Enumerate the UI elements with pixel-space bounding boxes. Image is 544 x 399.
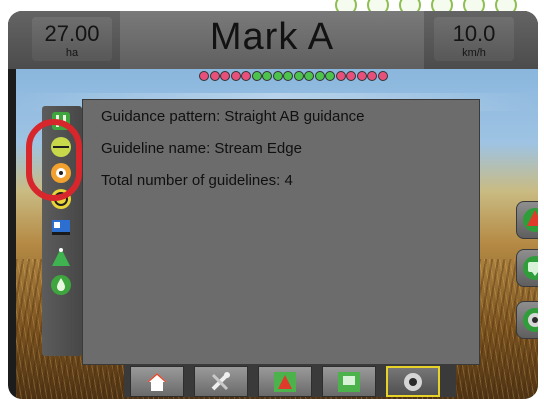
camera-button[interactable] xyxy=(386,366,440,397)
chat-button[interactable] xyxy=(516,249,538,287)
camera-icon xyxy=(404,372,422,391)
speed-unit: km/h xyxy=(462,47,486,59)
guidance-icon xyxy=(274,371,296,392)
lightbar-led xyxy=(356,71,367,81)
vehicle-icon[interactable] xyxy=(50,246,72,268)
guidance-button[interactable] xyxy=(258,366,312,397)
lightbar-led xyxy=(199,71,209,81)
lightbar-led xyxy=(293,71,304,81)
nav-arrow-icon xyxy=(523,208,538,232)
lightbar-led xyxy=(262,71,272,81)
speed-value: 10.0 xyxy=(452,21,496,46)
lightbar-led xyxy=(314,71,325,81)
area-readout[interactable]: 27.00 ha xyxy=(32,17,112,61)
home-icon xyxy=(147,372,167,391)
guideline-name-text: Guideline name: Stream Edge xyxy=(101,140,302,157)
page-title: Mark A xyxy=(209,16,335,58)
area-value: 27.00 xyxy=(44,21,100,46)
implement-icon[interactable] xyxy=(50,216,72,238)
home-button[interactable] xyxy=(130,366,184,397)
top-bar: 27.00 ha Mark A 10.0 km/h xyxy=(8,11,538,69)
lightbar-led xyxy=(367,71,377,81)
tools-button[interactable] xyxy=(194,366,248,397)
lightbar-led xyxy=(346,71,356,81)
title-panel: Mark A xyxy=(120,11,424,69)
lightbar-led xyxy=(241,71,251,81)
lightbar-led xyxy=(325,71,335,81)
guidance-pattern-text: Guidance pattern: Straight AB guidance xyxy=(101,108,365,125)
guideline-count-text: Total number of guidelines: 4 xyxy=(101,172,293,189)
lightbar-led xyxy=(251,71,262,81)
lightbar-led xyxy=(335,71,346,81)
lightbar-led xyxy=(220,71,230,81)
lightbar-led xyxy=(272,71,283,81)
chat-icon xyxy=(523,256,538,280)
lightbar-led xyxy=(283,71,293,81)
display-device: 27.00 ha Mark A 10.0 km/h Guidance patte… xyxy=(8,11,538,399)
area-unit: ha xyxy=(65,47,79,59)
lightbar-led xyxy=(209,71,220,81)
mapping-icon xyxy=(338,371,360,392)
speed-readout[interactable]: 10.0 km/h xyxy=(434,17,514,61)
lightbar-led xyxy=(377,71,388,81)
lightbar-led xyxy=(230,71,241,81)
lightbar-led xyxy=(304,71,314,81)
lightbar xyxy=(199,71,399,81)
mapping-button[interactable] xyxy=(322,366,376,397)
camera-view-button[interactable] xyxy=(516,301,538,339)
guidance-info-panel: Guidance pattern: Straight AB guidance G… xyxy=(82,99,480,365)
bottom-nav xyxy=(124,364,456,397)
tools-icon xyxy=(211,371,230,390)
nav-arrow-button[interactable] xyxy=(516,201,538,239)
water-drop-icon[interactable] xyxy=(50,274,72,296)
highlight-callout xyxy=(26,119,82,201)
camera-view-icon xyxy=(523,308,538,332)
